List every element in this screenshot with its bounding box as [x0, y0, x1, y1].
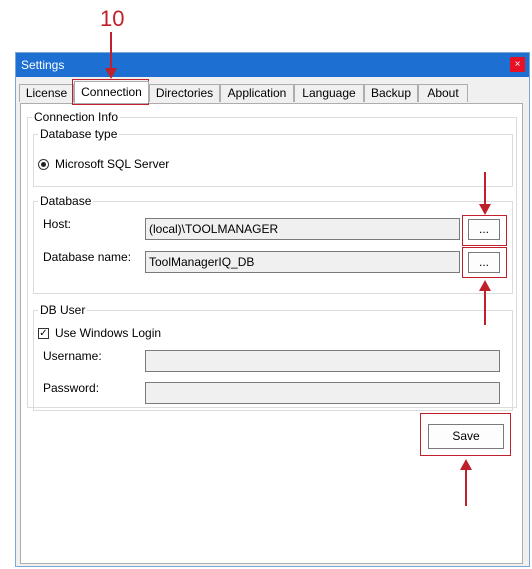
tab-backup[interactable]: Backup: [364, 84, 418, 102]
tab-about[interactable]: About: [418, 84, 468, 102]
username-field[interactable]: [145, 350, 500, 372]
tab-strip: License Connection Directories Applicati…: [16, 81, 529, 103]
password-label: Password:: [43, 381, 100, 395]
host-label: Host:: [43, 217, 72, 231]
tab-license[interactable]: License: [19, 84, 74, 102]
database-name-label: Database name:: [43, 250, 132, 264]
database-legend: Database: [40, 194, 92, 208]
close-button[interactable]: ×: [510, 57, 525, 72]
sql-server-radio[interactable]: [38, 159, 49, 170]
settings-window: Settings × License Connection Directorie…: [15, 52, 530, 567]
use-windows-login-checkbox[interactable]: ✓: [38, 328, 49, 339]
annotation-10: 10: [100, 6, 125, 31]
tab-connection[interactable]: Connection: [74, 81, 149, 103]
host-field[interactable]: (local)\TOOLMANAGER: [145, 218, 460, 240]
tab-language[interactable]: Language: [294, 84, 364, 102]
title-bar: Settings ×: [16, 53, 529, 77]
connection-panel: Connection Info Database type Microsoft …: [20, 103, 523, 564]
window-title: Settings: [21, 58, 65, 72]
annotation-box-save: [420, 413, 511, 456]
use-windows-login-label: Use Windows Login: [55, 326, 162, 340]
database-name-field[interactable]: ToolManagerIQ_DB: [145, 251, 460, 273]
db-user-legend: DB User: [40, 303, 86, 317]
database-type-legend: Database type: [40, 127, 118, 141]
sql-server-label: Microsoft SQL Server: [55, 157, 170, 171]
annotation-box-host-browse: [462, 215, 507, 246]
tab-directories[interactable]: Directories: [149, 84, 220, 102]
database-group: Database: [33, 194, 513, 294]
tab-application[interactable]: Application: [220, 84, 294, 102]
password-field[interactable]: [145, 382, 500, 404]
username-label: Username:: [43, 349, 102, 363]
connection-info-legend: Connection Info: [34, 110, 119, 124]
annotation-box-name-browse: [462, 247, 507, 278]
